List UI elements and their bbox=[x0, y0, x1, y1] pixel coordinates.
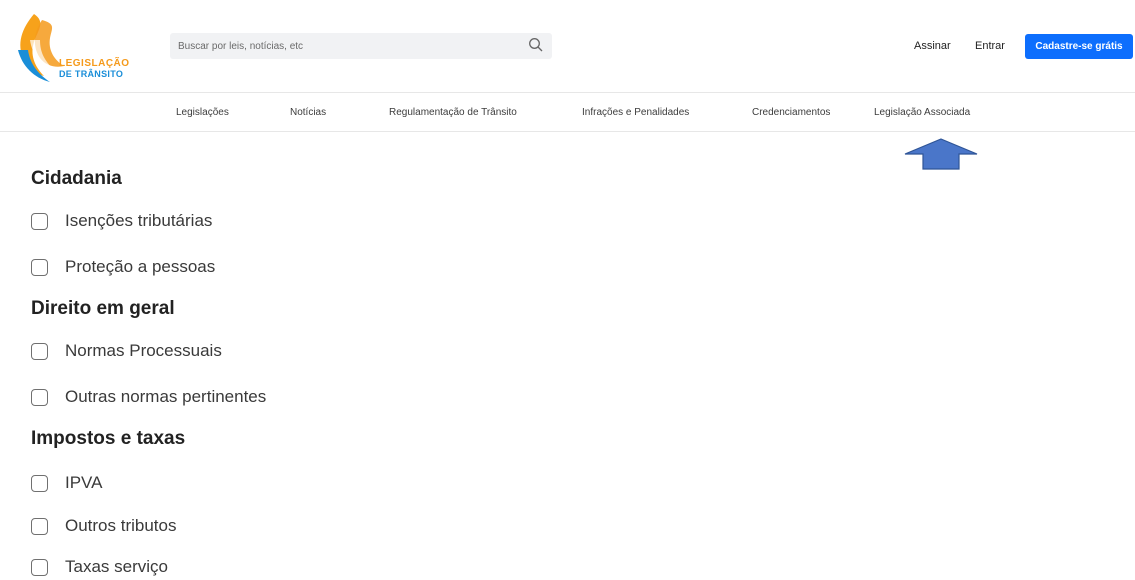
checkbox-label: Outros tributos bbox=[65, 516, 177, 535]
up-arrow-icon bbox=[903, 138, 979, 170]
checkbox-label: Proteção a pessoas bbox=[65, 257, 216, 276]
logo-text-line1: LEGISLAÇÃO bbox=[59, 58, 130, 69]
checkbox[interactable] bbox=[31, 558, 48, 576]
checkbox-label: Outras normas pertinentes bbox=[65, 387, 267, 406]
section-title-cidadania: Cidadania bbox=[31, 168, 122, 189]
checkbox[interactable] bbox=[31, 212, 48, 230]
nav-item-infracoes[interactable]: Infrações e Penalidades bbox=[582, 107, 689, 118]
checkbox-item[interactable]: Proteção a pessoas bbox=[31, 256, 215, 278]
checkbox-item[interactable]: Outros tributos bbox=[31, 515, 177, 537]
nav-item-legislacoes[interactable]: Legislações bbox=[176, 107, 229, 118]
signup-button[interactable]: Cadastre-se grátis bbox=[1025, 34, 1133, 59]
checkbox-label: Isenções tributárias bbox=[65, 211, 213, 230]
checkbox-label: Normas Processuais bbox=[65, 341, 222, 360]
checkbox[interactable] bbox=[31, 517, 48, 535]
checkbox-item[interactable]: IPVA bbox=[31, 472, 102, 494]
checkbox-item[interactable]: Outras normas pertinentes bbox=[31, 386, 266, 408]
checkbox-label: IPVA bbox=[65, 473, 103, 492]
nav-item-noticias[interactable]: Notícias bbox=[290, 107, 326, 118]
checkbox[interactable] bbox=[31, 388, 48, 406]
nav-item-legislacao-associada[interactable]: Legislação Associada bbox=[874, 107, 970, 118]
main-nav: Legislações Notícias Regulamentação de T… bbox=[0, 92, 1135, 132]
logo-text-line2: DE TRÂNSITO bbox=[59, 69, 124, 79]
section-title-direito: Direito em geral bbox=[31, 298, 175, 319]
checkbox[interactable] bbox=[31, 258, 48, 276]
checkbox[interactable] bbox=[31, 342, 48, 360]
site-header: LEGISLAÇÃO DE TRÂNSITO Assinar Entrar Ca… bbox=[0, 0, 1135, 92]
nav-item-credenciamentos[interactable]: Credenciamentos bbox=[752, 107, 830, 118]
nav-item-regulamentacao[interactable]: Regulamentação de Trânsito bbox=[389, 107, 517, 118]
checkbox-item[interactable]: Isenções tributárias bbox=[31, 210, 212, 232]
checkbox[interactable] bbox=[31, 474, 48, 492]
checkbox-item[interactable]: Normas Processuais bbox=[31, 340, 222, 362]
login-button[interactable]: Entrar bbox=[975, 40, 1005, 52]
site-logo[interactable]: LEGISLAÇÃO DE TRÂNSITO bbox=[12, 10, 142, 90]
checkbox-item[interactable]: Taxas serviço bbox=[31, 556, 168, 578]
checkbox-label: Taxas serviço bbox=[65, 557, 168, 576]
search-input[interactable] bbox=[178, 33, 518, 59]
search-bar bbox=[170, 33, 552, 59]
section-title-impostos: Impostos e taxas bbox=[31, 428, 186, 449]
search-icon[interactable] bbox=[528, 37, 544, 53]
subscribe-button[interactable]: Assinar bbox=[914, 40, 951, 52]
